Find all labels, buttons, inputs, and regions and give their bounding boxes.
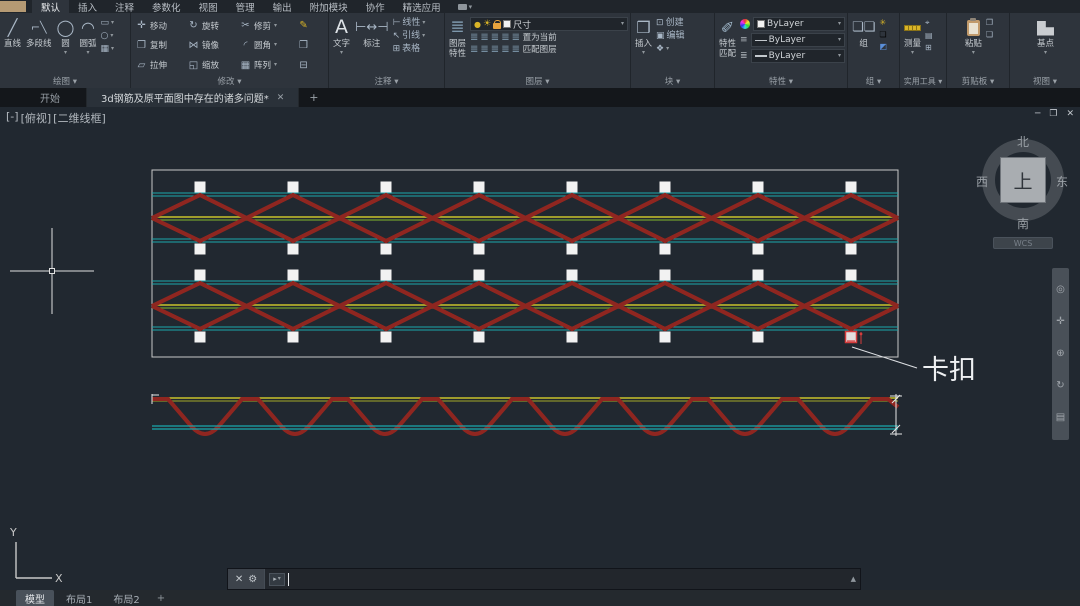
viewcube-north[interactable]: 北 xyxy=(1017,133,1029,150)
command-line-palette[interactable]: ✕ ⚙ ▸▾ ▲ xyxy=(227,568,861,590)
elevation-view[interactable] xyxy=(152,394,898,434)
ucs-icon[interactable]: Y X xyxy=(9,526,63,585)
close-icon[interactable]: ✕ xyxy=(1066,109,1074,119)
crosshair-cursor xyxy=(10,228,94,314)
ucs-y-label: Y xyxy=(9,526,17,539)
viewport-view-control[interactable]: [俯视] xyxy=(21,110,52,126)
viewport-controls: [-] [俯视] [二维线框] xyxy=(6,110,106,126)
customize-icon[interactable]: ⚙ xyxy=(248,574,257,585)
orbit-icon[interactable]: ↻ xyxy=(1056,381,1064,391)
command-history-icon[interactable]: ▲ xyxy=(851,569,860,589)
show-motion-icon[interactable]: ▤ xyxy=(1056,413,1065,423)
recent-commands-icon[interactable]: ▸▾ xyxy=(269,573,285,586)
command-line-grip[interactable]: ✕ ⚙ xyxy=(228,569,264,589)
zoom-icon[interactable]: ⊕ xyxy=(1056,349,1064,359)
viewport-menu-control[interactable]: [-] xyxy=(6,110,19,126)
autocad-window: 默认 插入 注释 参数化 视图 管理 输出 附加模块 协作 精选应用 ▾ ╱ 直… xyxy=(0,0,1080,606)
restore-icon[interactable]: ❐ xyxy=(1049,109,1057,119)
clip-annotation-text[interactable]: 卡扣 xyxy=(922,355,976,386)
spacer-blocks[interactable] xyxy=(195,182,857,343)
plan-view-outline[interactable] xyxy=(152,170,898,357)
viewcube-west[interactable]: 西 xyxy=(976,173,988,190)
viewcube-south[interactable]: 南 xyxy=(1017,215,1029,232)
viewcube-ucs-dropdown[interactable]: WCS xyxy=(993,237,1053,249)
drawing-window-controls: ─ ❐ ✕ xyxy=(1035,109,1074,119)
text-cursor xyxy=(288,573,289,586)
selected-clip-block[interactable] xyxy=(846,332,863,345)
close-icon[interactable]: ✕ xyxy=(235,574,243,585)
minimize-icon[interactable]: ─ xyxy=(1035,109,1040,119)
viewcube-east[interactable]: 东 xyxy=(1056,173,1068,190)
pan-icon[interactable]: ✛ xyxy=(1056,317,1064,327)
viewport-visual-style-control[interactable]: [二维线框] xyxy=(53,110,106,126)
ucs-x-label: X xyxy=(55,572,63,585)
navigation-bar[interactable]: ◎ ✛ ⊕ ↻ ▤ xyxy=(1052,268,1069,440)
command-input[interactable]: ▸▾ xyxy=(264,569,851,589)
center-chords[interactable] xyxy=(152,217,898,308)
steering-wheel-icon[interactable]: ◎ xyxy=(1056,285,1065,295)
viewcube-top-face[interactable]: 上 xyxy=(1000,157,1046,203)
drawing-geometry: 卡扣 Y X xyxy=(0,0,1080,606)
